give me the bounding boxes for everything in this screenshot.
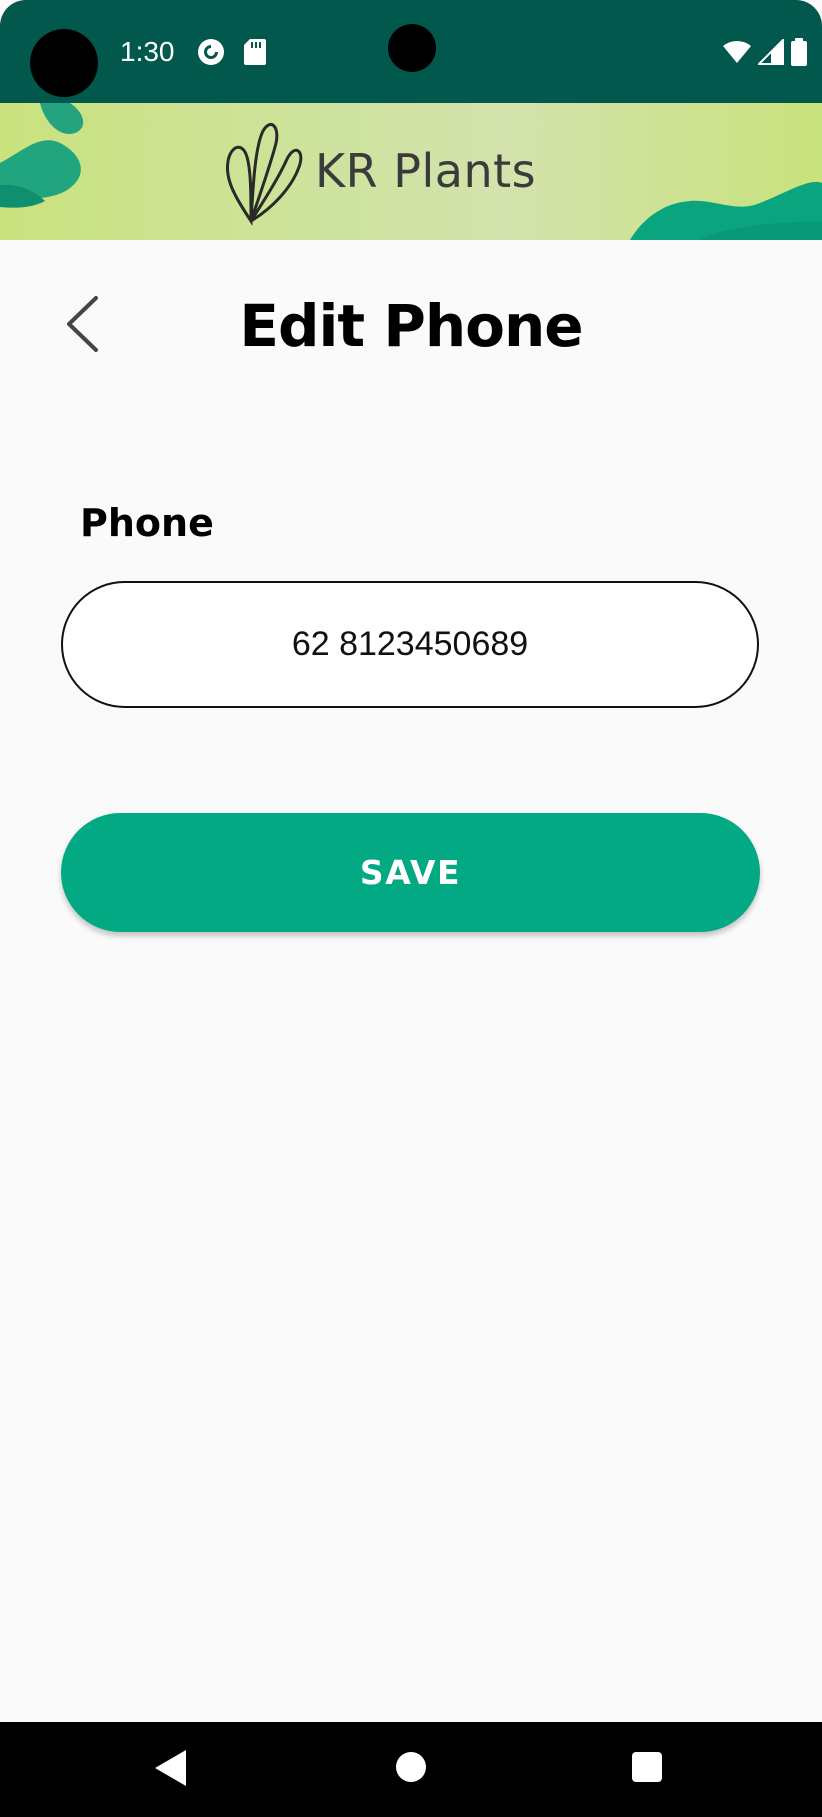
phone-input[interactable] [61, 581, 759, 708]
brand-banner: KR Plants [0, 103, 822, 240]
page-title: Edit Phone [239, 292, 583, 360]
brand-name: KR Plants [315, 144, 537, 198]
battery-icon [791, 38, 807, 66]
navigation-bar [0, 1722, 822, 1817]
phone-label: Phone [80, 501, 214, 545]
nav-home-icon[interactable] [396, 1752, 426, 1782]
cellular-signal-icon [758, 39, 784, 65]
status-icons-right [722, 38, 808, 66]
nav-recents-icon[interactable] [632, 1752, 662, 1782]
wifi-icon [723, 40, 751, 63]
nav-back-icon[interactable] [152, 1748, 188, 1788]
front-camera-cutout [388, 24, 436, 72]
camera-cutout [30, 29, 98, 97]
sd-card-icon [244, 39, 266, 65]
status-time: 1:30 [120, 36, 175, 67]
status-bar: 1:30 [0, 0, 822, 103]
leaf-hand-logo-icon [226, 123, 303, 226]
pocket-casts-icon [198, 39, 224, 65]
save-button[interactable]: SAVE [61, 813, 760, 932]
